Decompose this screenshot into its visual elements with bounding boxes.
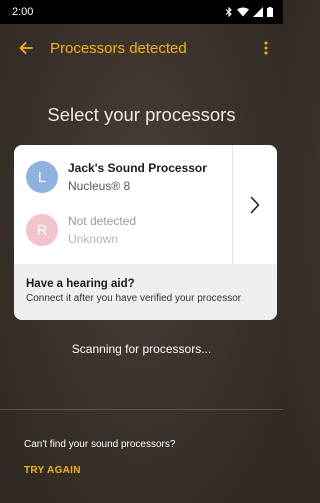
- processor-right-model: Unknown: [68, 232, 119, 246]
- processor-right-name: Not detected: [68, 214, 137, 228]
- avatar-right: R: [26, 214, 58, 246]
- processor-left-text: Jack's Sound Processor Nucleus® 8: [68, 161, 207, 193]
- processor-card-top: L Jack's Sound Processor Nucleus® 8 R No…: [14, 145, 277, 264]
- select-processors-button[interactable]: [232, 145, 277, 264]
- wifi-icon: [237, 7, 249, 17]
- more-vertical-icon: [264, 41, 268, 55]
- processor-left-row[interactable]: L Jack's Sound Processor Nucleus® 8: [14, 152, 232, 202]
- status-time: 2:00: [12, 6, 34, 18]
- avatar-left: L: [26, 161, 58, 193]
- processor-left-model: Nucleus® 8: [68, 179, 131, 193]
- page-title: Processors detected: [50, 39, 187, 57]
- status-icons: [225, 7, 273, 17]
- cellular-signal-icon: [253, 7, 263, 17]
- processor-right-row[interactable]: R Not detected Unknown: [14, 205, 232, 255]
- footer-divider: [0, 409, 283, 410]
- processor-left-name: Jack's Sound Processor: [68, 161, 207, 175]
- try-again-button[interactable]: TRY AGAIN: [24, 465, 81, 476]
- chevron-right-icon: [250, 196, 260, 213]
- processor-right-text: Not detected Unknown: [68, 214, 136, 246]
- section-heading: Select your processors: [47, 104, 236, 125]
- processor-list: L Jack's Sound Processor Nucleus® 8 R No…: [14, 145, 232, 264]
- hearing-aid-section: Have a hearing aid? Connect it after you…: [14, 264, 277, 320]
- footer-question: Can't find your sound processors?: [24, 439, 176, 450]
- back-button[interactable]: [16, 38, 36, 58]
- overflow-menu-button[interactable]: [259, 38, 273, 58]
- bluetooth-icon: [225, 7, 232, 17]
- app-bar: Processors detected: [0, 28, 283, 68]
- hearing-aid-subtitle: Connect it after you have verified your …: [26, 293, 242, 304]
- status-bar: 2:00: [0, 0, 283, 24]
- processor-card: L Jack's Sound Processor Nucleus® 8 R No…: [14, 145, 277, 320]
- battery-icon: [267, 7, 273, 17]
- arrow-left-icon: [19, 42, 33, 54]
- scanning-status: Scanning for processors...: [71, 342, 212, 356]
- hearing-aid-title: Have a hearing aid?: [26, 278, 135, 290]
